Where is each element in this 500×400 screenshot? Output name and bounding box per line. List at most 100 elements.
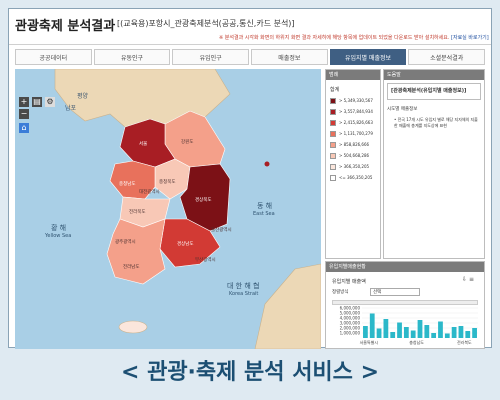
bar[interactable]	[444, 333, 450, 339]
label-korea-strait: 대 한 해 협	[227, 282, 260, 290]
notice-body: ※ 분석결과 시각화 화면의 하위지 화면 결과 자세히에 해당 항목에 업데이…	[219, 35, 450, 41]
y-tick-label: 6,000,000	[340, 306, 361, 311]
y-tick-label: 5,000,000	[340, 311, 361, 316]
help-header: 도움말	[384, 70, 484, 80]
zoom-in-button[interactable]: +	[19, 97, 29, 107]
bar[interactable]	[431, 333, 437, 338]
legend-item: > 2,415,826,663	[330, 117, 380, 128]
page-title: 관광축제 분석결과	[15, 19, 116, 34]
legend-item: > 1,131,700,279	[330, 128, 380, 139]
region-jeju	[118, 320, 148, 334]
chart-title: 유입지별 매출액	[332, 279, 366, 285]
chart-panel-header: 유입지별매출현황	[326, 262, 484, 272]
tab-social-analysis[interactable]: 소셜분석결과	[408, 49, 486, 65]
legend-label: > 1,131,700,279	[339, 131, 373, 136]
label-chungnam: 충청남도	[119, 182, 136, 187]
legend-swatch	[330, 119, 336, 126]
tab-public-data[interactable]: 공공데이터	[15, 49, 92, 65]
y-tick-label: 3,000,000	[340, 321, 361, 326]
legend-item: > 858,826,666	[330, 139, 380, 150]
tab-floating-population[interactable]: 유동인구	[93, 49, 171, 65]
chart-scrollbar[interactable]	[332, 300, 478, 305]
zoom-out-button[interactable]: −	[19, 109, 29, 119]
label-chungbuk: 충청북도	[159, 180, 176, 185]
tab-inflow-population[interactable]: 유입인구	[172, 49, 250, 65]
bar-chart: 1,000,0002,000,0003,000,0004,000,0005,00…	[340, 306, 478, 345]
page-subtitle: [(교육용)포항시_관광축제분석(공공,통신,카드 분석)]	[117, 19, 295, 28]
bar[interactable]	[383, 319, 389, 338]
legend-panel: 범례 합계 > 5,349,330,567 > 3,557,844,934 > …	[325, 69, 381, 259]
legend-header: 범례	[326, 70, 380, 80]
label-gangwon: 강원도	[181, 140, 194, 145]
x-tick-label: 서울특별시	[360, 339, 379, 345]
label-gyeongnam: 경상남도	[177, 242, 194, 247]
legend-swatch	[330, 97, 336, 104]
legend-swatch	[330, 174, 336, 181]
home-icon[interactable]: ⌂	[19, 123, 29, 133]
x-tick-label: 충청남도	[409, 339, 424, 345]
bar[interactable]	[438, 321, 443, 339]
land-japan	[254, 263, 321, 349]
help-box-title: [관광축제분석(유입지별 매출정보)]	[387, 83, 481, 100]
sort-label: 정렬방식	[332, 290, 349, 295]
label-nampo: 남포	[65, 105, 77, 112]
bar[interactable]	[403, 327, 409, 338]
bar[interactable]	[465, 331, 471, 338]
download-icon[interactable]: ⇩ ≡	[462, 276, 474, 283]
y-tick-label: 2,000,000	[340, 326, 361, 331]
y-tick-label: 4,000,000	[340, 316, 361, 321]
label-jeonbuk: 전라북도	[129, 210, 146, 215]
legend-item: > 3,557,844,934	[330, 106, 380, 117]
legend-label: > 366,350,205	[339, 164, 370, 169]
tab-sales-info[interactable]: 매출정보	[251, 49, 328, 65]
legend-label: <= 366,350,205	[339, 175, 373, 180]
y-tick-label: 1,000,000	[340, 331, 361, 336]
label-ulsan: 울산광역시	[211, 228, 232, 233]
gear-icon[interactable]: ⚙	[45, 97, 55, 107]
legend-swatch	[330, 141, 336, 148]
map-svg	[54, 69, 321, 349]
region-jeonnam	[106, 218, 166, 285]
bar[interactable]	[363, 326, 368, 338]
legend-swatch	[330, 163, 336, 170]
bar[interactable]	[417, 320, 423, 338]
sort-select[interactable]: 선택	[370, 288, 420, 296]
label-gwangju: 광주광역시	[115, 240, 136, 245]
legend-label: > 504,668,286	[339, 153, 370, 158]
bar[interactable]	[472, 328, 477, 338]
bar[interactable]	[390, 332, 396, 338]
help-panel: 도움말 [관광축제분석(유입지별 매출정보)] 시도별 매출정보 • 전국 17…	[383, 69, 485, 259]
title-bar: 관광축제 분석결과 [(교육용)포항시_관광축제분석(공공,통신,카드 분석)]…	[9, 9, 491, 45]
legend-label: > 3,557,844,934	[339, 109, 373, 114]
bar[interactable]	[397, 322, 402, 339]
legend-item: <= 366,350,205	[330, 172, 380, 183]
caption: < 관광·축제 분석 서비스 >	[120, 360, 380, 385]
tab-bar: 공공데이터 유동인구 유입인구 매출정보 유입지별 매출정보 소셜분석결과	[15, 49, 486, 65]
bar[interactable]	[410, 330, 416, 339]
app-window: 관광축제 분석결과 [(교육용)포항시_관광축제분석(공공,통신,카드 분석)]…	[8, 8, 492, 349]
bar[interactable]	[369, 313, 375, 339]
choropleth-map[interactable]: + − ▤ ⚙ ⌂ 평양 남포 황 해 Yellow Sea 동 해 East …	[15, 69, 321, 349]
legend-label: > 2,415,826,663	[339, 120, 373, 125]
label-jeonnam: 전라남도	[123, 265, 140, 270]
help-body: • 전국 17개 시도 유입지 별로 해당 지자체의 지출한 매출에 총계를 지…	[394, 117, 478, 128]
legend-swatch	[330, 130, 336, 137]
legend-item: > 366,350,205	[330, 161, 380, 172]
bar[interactable]	[458, 326, 464, 338]
legend-swatch	[330, 108, 336, 115]
archive-link[interactable]: [자료실 바로가기]	[451, 35, 489, 41]
label-pyongyang: 평양	[77, 93, 89, 100]
bar[interactable]	[424, 325, 430, 338]
bar[interactable]	[376, 328, 382, 339]
bar[interactable]	[451, 327, 457, 338]
label-busan: 부산광역시	[195, 258, 216, 263]
tab-sales-by-origin[interactable]: 유입지별 매출정보	[329, 49, 407, 65]
island-ulleung	[264, 161, 270, 167]
legend-title: 합계	[330, 87, 340, 93]
label-seoul: 서울	[139, 142, 148, 147]
legend-label: > 5,349,330,567	[339, 98, 373, 103]
legend-swatch	[330, 152, 336, 159]
label-yellow-sea-en: Yellow Sea	[45, 233, 72, 239]
help-subtitle: 시도별 매출정보	[387, 107, 418, 112]
layers-icon[interactable]: ▤	[32, 97, 42, 107]
